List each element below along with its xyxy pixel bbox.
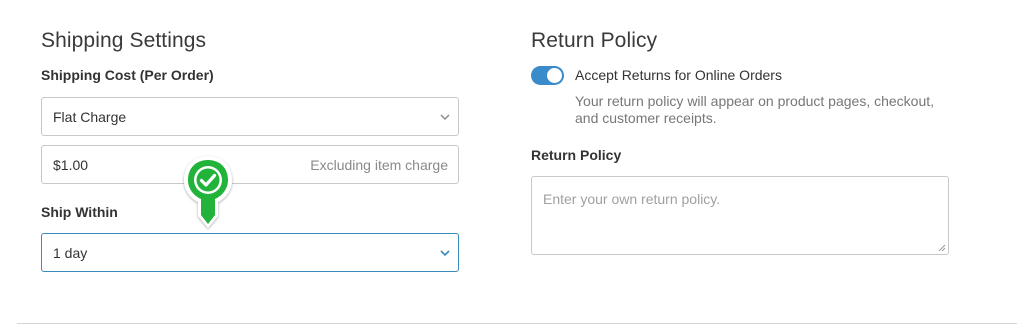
- shipping-amount-value: $1.00: [53, 156, 89, 173]
- accept-returns-label: Accept Returns for Online Orders: [575, 67, 782, 83]
- ship-within-value: 1 day: [53, 244, 88, 261]
- accept-returns-toggle[interactable]: [531, 66, 564, 85]
- shipping-amount-input[interactable]: $1.00 Excluding item charge: [41, 145, 459, 184]
- return-policy-title: Return Policy: [531, 29, 658, 52]
- shipping-cost-label: Shipping Cost (Per Order): [41, 67, 214, 83]
- section-divider: [17, 323, 1017, 324]
- return-policy-field-label: Return Policy: [531, 147, 622, 163]
- shipping-cost-value: Flat Charge: [53, 108, 127, 125]
- chevron-down-icon: [440, 249, 450, 256]
- return-policy-placeholder: Enter your own return policy.: [543, 191, 721, 207]
- shipping-cost-select[interactable]: Flat Charge: [41, 97, 459, 136]
- toggle-knob: [547, 68, 562, 83]
- return-policy-textarea[interactable]: Enter your own return policy.: [531, 176, 949, 255]
- shipping-settings-title: Shipping Settings: [41, 29, 207, 52]
- shipping-amount-suffix: Excluding item charge: [310, 156, 448, 173]
- settings-page: Shipping Settings Shipping Cost (Per Ord…: [0, 0, 1017, 327]
- ship-within-select[interactable]: 1 day: [41, 233, 459, 272]
- return-policy-help-text: Your return policy will appear on produc…: [575, 93, 935, 126]
- chevron-down-icon: [440, 113, 450, 120]
- resize-grip-icon[interactable]: [938, 244, 946, 252]
- check-marker-icon: [184, 156, 232, 228]
- ship-within-label: Ship Within: [41, 204, 118, 220]
